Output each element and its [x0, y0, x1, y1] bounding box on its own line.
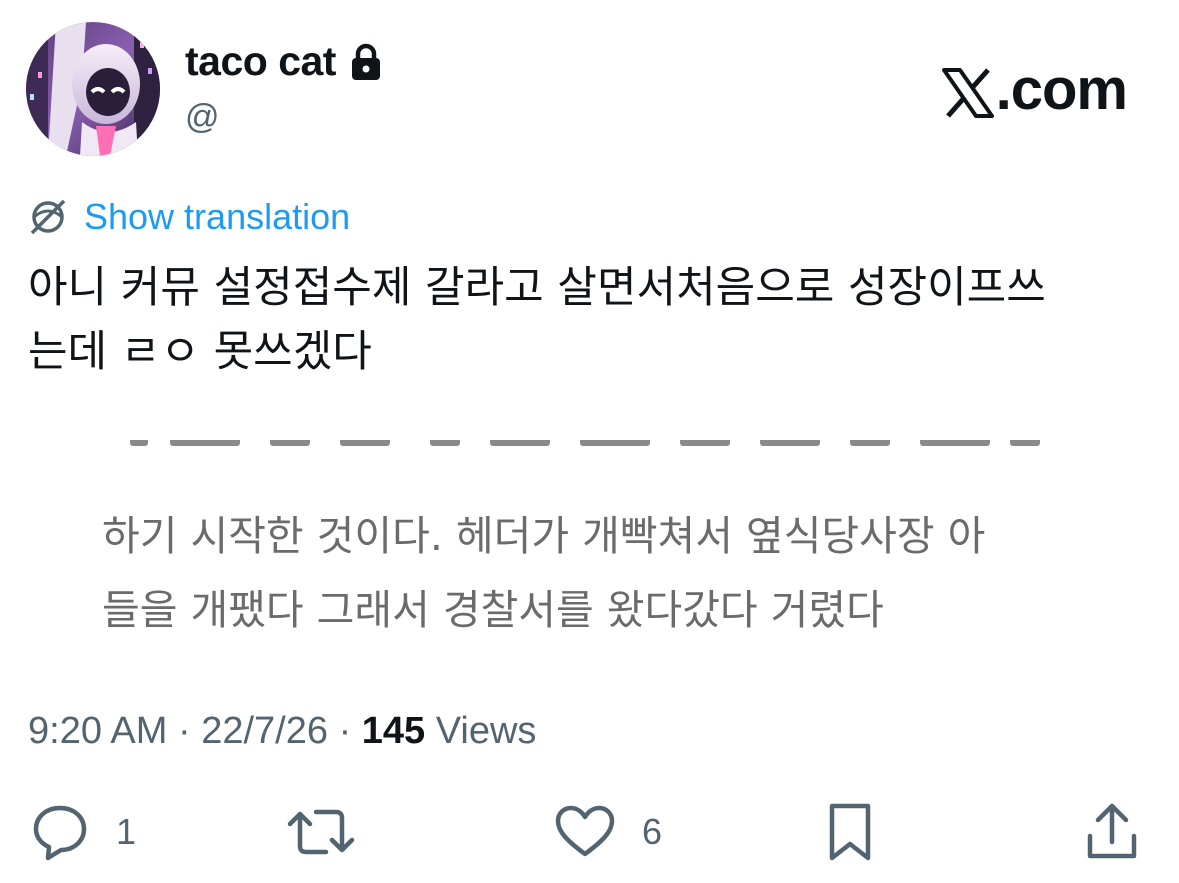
show-translation-label: Show translation	[84, 196, 351, 237]
tweet-meta: 9:20 AM · 22/7/26 · 145 Views	[28, 710, 536, 753]
reply-button[interactable]: 1	[28, 800, 136, 864]
x-logo-icon	[941, 65, 994, 118]
avatar[interactable]	[26, 22, 160, 156]
retweet-button[interactable]	[286, 800, 356, 864]
retweet-icon	[286, 800, 356, 864]
handle[interactable]: @	[185, 98, 220, 137]
bookmark-icon	[822, 800, 878, 864]
bookmark-button[interactable]	[822, 800, 878, 864]
tweet-date[interactable]: 22/7/26	[201, 710, 328, 752]
tweet-text: 아니 커뮤 설정접수제 갈라고 살면서처음으로 성장이프쓰 는데 ㄹㅇ 못쓰겠다	[28, 256, 1148, 384]
tweet-text-line: 아니 커뮤 설정접수제 갈라고 살면서처음으로 성장이프쓰	[28, 263, 1046, 313]
lock-icon	[350, 43, 382, 81]
reply-count: 1	[116, 811, 137, 852]
like-button[interactable]: 6	[552, 800, 662, 864]
reply-icon	[28, 800, 92, 864]
cropped-text-line	[100, 440, 1050, 460]
avatar-image	[26, 22, 160, 156]
meta-separator: ·	[177, 710, 191, 752]
like-count: 6	[642, 811, 663, 852]
heart-icon	[552, 800, 618, 864]
action-bar: 1 6	[0, 800, 1179, 870]
views-count: 145	[361, 710, 426, 752]
translate-icon	[28, 197, 68, 237]
tweet-time[interactable]: 9:20 AM	[28, 710, 167, 752]
embedded-text-line: 하기 시작한 것이다. 헤더가 개빡쳐서 옆식당사장 아	[102, 512, 986, 560]
share-button[interactable]	[1082, 800, 1142, 864]
show-translation-button[interactable]: Show translation	[28, 196, 350, 238]
display-name[interactable]: taco cat	[185, 38, 382, 85]
display-name-text: taco cat	[185, 38, 336, 84]
tweet-text-line: 는데 ㄹㅇ 못쓰겠다	[28, 327, 372, 377]
share-icon	[1082, 800, 1142, 864]
embedded-text-line: 들을 개팼다 그래서 경찰서를 왔다갔다 거렸다	[102, 586, 884, 634]
views-label: Views	[435, 710, 537, 752]
site-logo: .com	[941, 56, 1128, 123]
meta-separator: ·	[338, 710, 352, 752]
embedded-image[interactable]: 하기 시작한 것이다. 헤더가 개빡쳐서 옆식당사장 아 들을 개팼다 그래서 …	[0, 430, 1179, 666]
site-logo-text: .com	[995, 57, 1128, 122]
